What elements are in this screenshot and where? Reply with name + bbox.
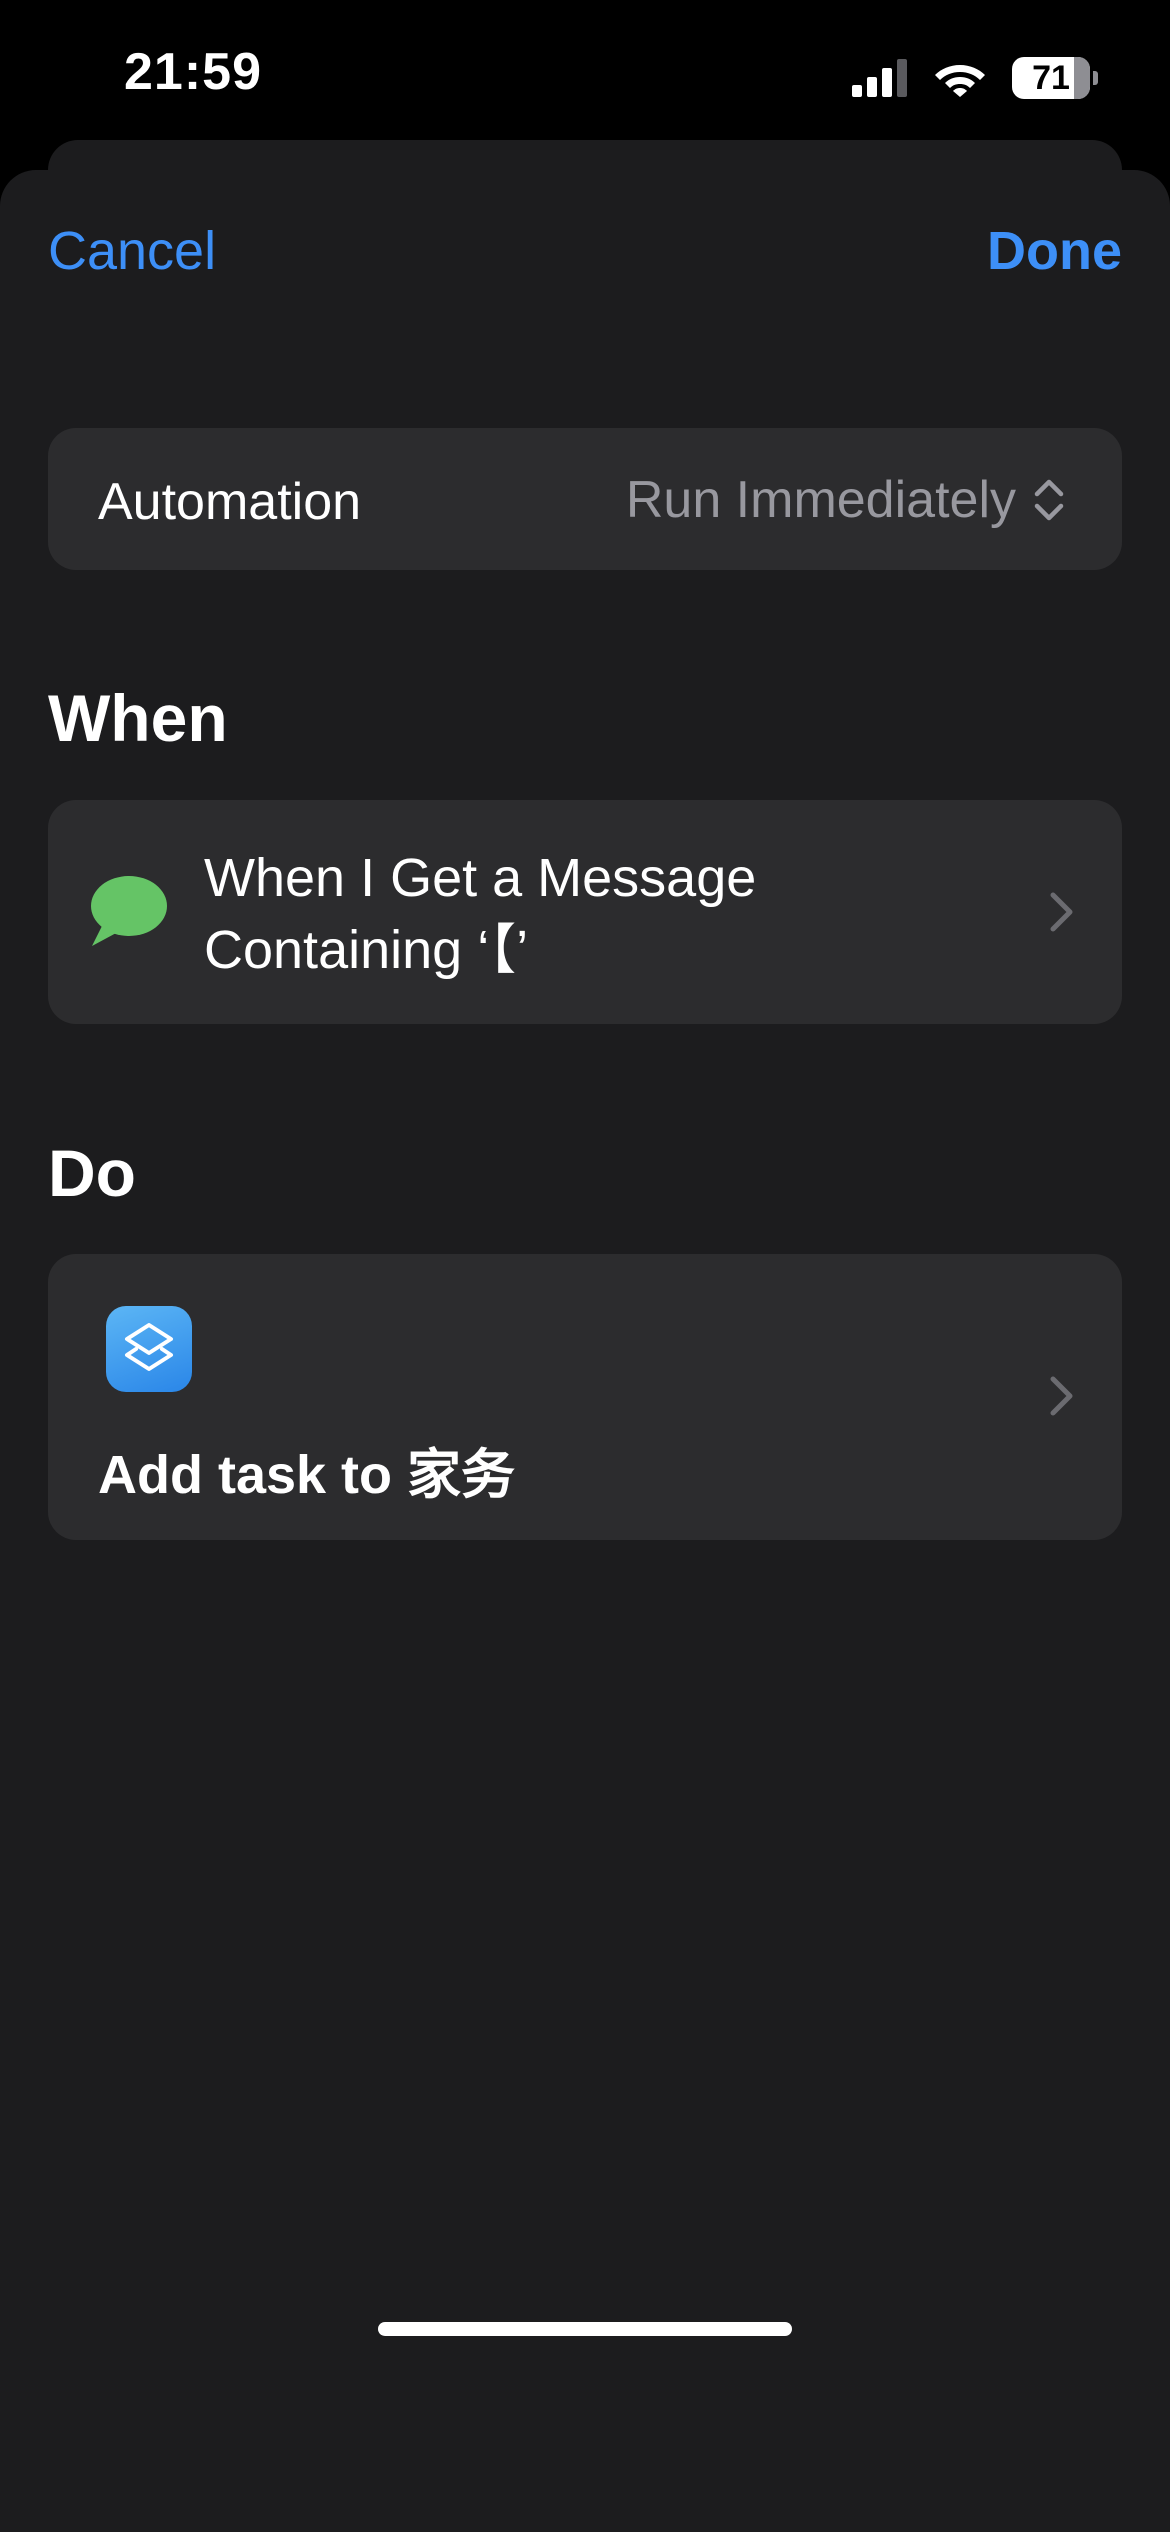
home-indicator[interactable] [378, 2322, 792, 2336]
shortcuts-glyph-icon [125, 1323, 173, 1371]
status-bar: 21:59 71 [0, 0, 1170, 150]
automation-mode-row[interactable]: Automation Run Immediately [48, 428, 1122, 570]
when-trigger-line-1: When I Get a Message [204, 848, 757, 908]
battery-empty-portion [1074, 57, 1090, 99]
chevron-up-down-icon [1034, 479, 1064, 521]
automation-sheet: Cancel Done Automation Run Immediately W… [0, 170, 1170, 2532]
chevron-right-icon [1050, 892, 1073, 932]
battery-nub [1093, 71, 1098, 85]
when-trigger-text: When I Get a Message Containing ‘【’ [204, 842, 964, 986]
cellular-signal-icon [852, 59, 907, 97]
automation-mode-picker[interactable]: Run Immediately [626, 470, 1066, 530]
shortcuts-icon [106, 1306, 192, 1392]
done-button[interactable]: Done [987, 220, 1122, 282]
when-section-title: When [48, 681, 228, 755]
automation-label: Automation [98, 473, 362, 531]
do-action-label: Add task to 家务 [98, 1445, 516, 1505]
chevron-right-icon [1050, 1376, 1073, 1416]
cancel-button[interactable]: Cancel [48, 220, 216, 282]
do-action-row[interactable]: Add task to 家务 [48, 1254, 1122, 1540]
battery-icon: 71 [1012, 57, 1098, 99]
battery-level: 71 [1032, 58, 1070, 97]
status-icons: 71 [852, 54, 1098, 102]
automation-mode-value: Run Immediately [625, 471, 1016, 529]
when-trigger-row[interactable]: When I Get a Message Containing ‘【’ [48, 800, 1122, 1024]
message-bubble-icon [91, 876, 167, 946]
wifi-icon [935, 65, 985, 97]
do-section-title: Do [48, 1136, 136, 1210]
status-time: 21:59 [124, 43, 262, 101]
when-trigger-line-2: Containing ‘【’ [204, 920, 529, 980]
